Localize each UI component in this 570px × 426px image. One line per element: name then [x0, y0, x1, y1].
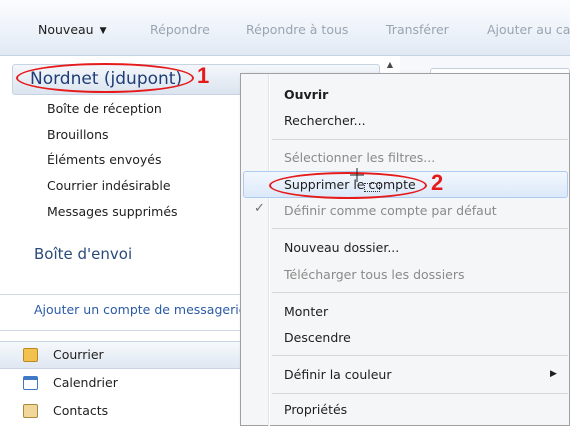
mail-icon	[23, 348, 38, 362]
menu-separator	[272, 355, 568, 356]
folder-deleted[interactable]: Messages supprimés	[47, 204, 178, 219]
annotation-ellipse-1	[16, 63, 194, 93]
annotation-ellipse-2	[269, 172, 427, 199]
menu-item-open[interactable]: Ouvrir	[284, 87, 328, 102]
folder-drafts[interactable]: Brouillons	[47, 127, 109, 142]
annotation-number-1: 1	[197, 63, 210, 88]
reply-button[interactable]: Répondre	[150, 22, 210, 37]
menu-separator	[272, 393, 568, 394]
scroll-up-arrow-icon[interactable]: ▲	[383, 60, 397, 72]
menu-item-select-filters[interactable]: Sélectionner les filtres...	[284, 150, 435, 165]
folder-sent[interactable]: Éléments envoyés	[47, 152, 162, 167]
folder-outbox[interactable]: Boîte d'envoi	[34, 245, 132, 263]
chevron-down-icon: ▼	[99, 26, 107, 36]
forward-button[interactable]: Transférer	[386, 22, 449, 37]
menu-item-move-down[interactable]: Descendre	[284, 330, 351, 345]
calendar-icon	[23, 376, 38, 390]
add-account-link[interactable]: Ajouter un compte de messagerie	[34, 302, 240, 317]
new-button[interactable]: Nouveau ▼	[38, 22, 107, 37]
drag-cursor-icon	[350, 168, 364, 182]
menu-item-set-color[interactable]: Définir la couleur	[284, 367, 391, 382]
menu-separator	[272, 292, 568, 293]
contacts-icon	[23, 404, 38, 418]
menu-separator	[272, 228, 568, 229]
menu-item-download-all[interactable]: Télécharger tous les dossiers	[284, 267, 465, 282]
menu-separator	[272, 139, 568, 140]
reply-all-button[interactable]: Répondre à tous	[246, 22, 348, 37]
checkmark-icon: ✓	[254, 201, 265, 216]
menu-item-set-default[interactable]: Définir comme compte par défaut	[284, 203, 497, 218]
menu-item-move-up[interactable]: Monter	[284, 304, 328, 319]
folder-junk[interactable]: Courrier indésirable	[47, 178, 171, 193]
menu-gutter	[269, 74, 270, 426]
divider	[0, 294, 246, 295]
divider	[0, 330, 246, 331]
drag-outline-icon	[364, 183, 380, 192]
new-button-label: Nouveau	[38, 22, 94, 37]
nav-mail-label: Courrier	[53, 347, 104, 362]
nav-calendar-label: Calendrier	[53, 375, 118, 390]
menu-item-new-folder[interactable]: Nouveau dossier...	[284, 240, 399, 255]
submenu-arrow-icon: ▶	[550, 369, 557, 379]
folder-inbox[interactable]: Boîte de réception	[47, 101, 162, 116]
annotation-number-2: 2	[431, 170, 444, 195]
menu-item-search[interactable]: Rechercher...	[284, 113, 366, 128]
nav-contacts-label: Contacts	[53, 403, 109, 418]
menu-item-properties[interactable]: Propriétés	[284, 402, 347, 417]
add-to-calendar-button[interactable]: Ajouter au ca	[487, 22, 570, 37]
